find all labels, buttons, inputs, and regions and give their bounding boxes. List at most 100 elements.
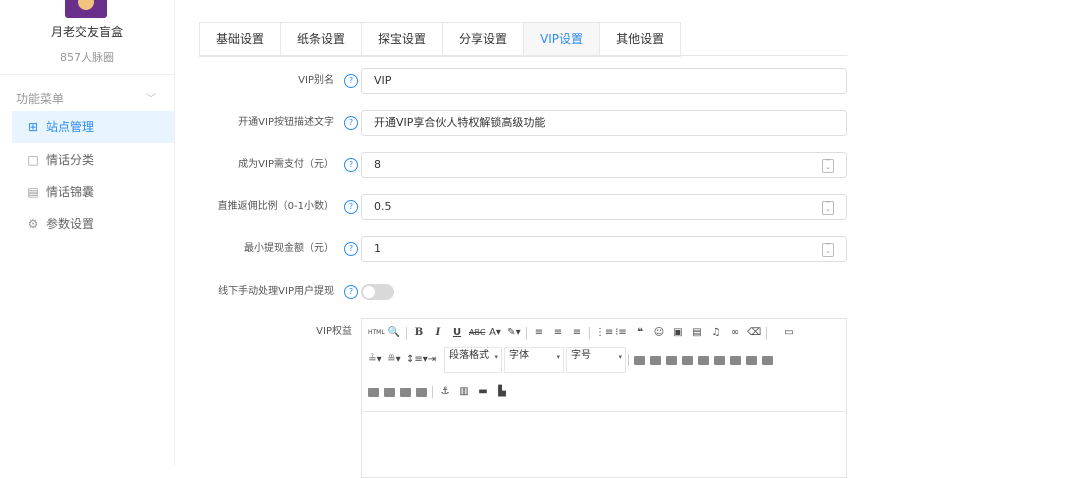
field-label: 直推返佣比例（0-1小数） — [217, 201, 334, 212]
anchor-icon[interactable]: ⚓ — [438, 386, 452, 398]
paragraph-format-select[interactable]: 段落格式 ▾ — [444, 347, 502, 373]
chevron-down-icon: ▾ — [556, 353, 560, 361]
link-icon[interactable]: ∞ — [728, 327, 742, 339]
settings-tabs: 基础设置 纸条设置 探宝设置 分享设置 VIP设置 其他设置 — [199, 22, 682, 57]
tab-note[interactable]: 纸条设置 — [280, 22, 362, 57]
help-icon[interactable]: ? — [344, 285, 358, 299]
unordered-list-icon[interactable]: ⁝≡ — [614, 327, 628, 339]
vip-rights-editor[interactable]: HTML 🔍 B I U ABC A▾ ✎▾ ≡ ≡ ≡ ⋮≡ ⁝≡ ❝ ☺ ▣… — [361, 318, 847, 478]
stepper-icon[interactable]: ⌃ ⌄ — [822, 159, 834, 173]
align-left-icon[interactable]: ≡ — [532, 327, 546, 339]
sidebar-item-parameter-settings[interactable]: ⚙ 参数设置 — [12, 208, 174, 240]
delete-row-icon[interactable] — [682, 356, 693, 365]
row-spacing-top-icon[interactable]: ≟▾ — [368, 354, 382, 366]
sidebar-item-love-tips[interactable]: ▤ 情话锦囊 — [12, 176, 174, 208]
toolbar-row-3: ⚓ ▥ ▬ ▙ — [368, 383, 514, 401]
rebate-ratio-input[interactable]: 0.5 ⌃ ⌄ — [361, 194, 847, 220]
shop-subtitle: 857人脉圈 — [60, 51, 114, 64]
sidebar-item-love-category[interactable]: □ 情话分类 — [12, 144, 174, 176]
save-icon[interactable]: ▤ — [690, 327, 704, 339]
tab-vip[interactable]: VIP设置 — [523, 22, 600, 57]
page-break-icon[interactable]: ▥ — [457, 386, 471, 398]
shop-name: 月老交友盲盒 — [50, 25, 123, 39]
paste-icon[interactable]: ▙ — [495, 386, 509, 398]
grid-icon[interactable] — [384, 388, 395, 397]
field-label: 成为VIP需支付（元） — [238, 159, 334, 170]
sidebar: 月老交友盲盒 857人脉圈 功能菜单 ﹀ ⊞ 站点管理 □ 情话分类 ▤ 情话锦囊 ⚙… — [0, 0, 175, 467]
field-label: VIP别名 — [298, 75, 334, 86]
html-source-icon[interactable]: HTML — [368, 327, 385, 339]
help-icon[interactable]: ? — [344, 200, 358, 214]
bold-icon[interactable]: B — [412, 327, 426, 339]
calendar-icon[interactable] — [416, 388, 427, 397]
table-icon[interactable] — [634, 356, 645, 365]
font-family-value: 字体 — [509, 350, 529, 361]
tab-treasure[interactable]: 探宝设置 — [361, 22, 443, 57]
merge-cells-icon[interactable] — [714, 356, 725, 365]
chevron-down-icon: ﹀ — [146, 94, 156, 105]
split-cells-icon[interactable] — [730, 356, 741, 365]
insert-row-icon[interactable] — [650, 356, 661, 365]
vip-price-input[interactable]: 8 ⌃ ⌄ — [361, 152, 847, 178]
vip-price-value: 8 — [374, 158, 381, 171]
help-icon[interactable]: ? — [344, 242, 358, 256]
print-icon[interactable]: ▬ — [476, 386, 490, 398]
sidebar-item-label: 参数设置 — [46, 217, 95, 231]
form-row-vip-price: 成为VIP需支付（元）? — [180, 152, 358, 178]
underline-icon[interactable]: U — [450, 327, 464, 339]
italic-icon[interactable]: I — [431, 327, 445, 339]
indent-icon[interactable]: ⇥ — [425, 354, 439, 366]
menu-title: 功能菜单 — [16, 92, 65, 106]
toggle-knob — [363, 286, 375, 298]
strikethrough-icon[interactable]: ABC — [469, 327, 485, 339]
tab-share[interactable]: 分享设置 — [442, 22, 524, 57]
form-row-vip-rights: VIP权益 — [180, 319, 356, 345]
highlight-icon[interactable]: ✎▾ — [507, 327, 521, 339]
align-center-icon[interactable]: ≡ — [551, 327, 565, 339]
emoji-icon[interactable]: ☺ — [652, 327, 666, 339]
delete-col-icon[interactable] — [698, 356, 709, 365]
font-size-select[interactable]: 字号 ▾ — [566, 347, 626, 373]
help-icon[interactable]: ? — [344, 74, 358, 88]
eraser-icon[interactable]: ⌫ — [747, 327, 761, 339]
help-icon[interactable]: ? — [344, 116, 358, 130]
insert-col-icon[interactable] — [666, 356, 677, 365]
tab-basic[interactable]: 基础设置 — [199, 22, 281, 57]
ordered-list-icon[interactable]: ⋮≡ — [595, 327, 613, 339]
sidebar-item-site-management[interactable]: ⊞ 站点管理 — [12, 111, 174, 143]
sidebar-item-label: 情话分类 — [46, 153, 95, 167]
tab-other[interactable]: 其他设置 — [599, 22, 682, 57]
line-height-icon[interactable]: ↕≡▾ — [406, 354, 428, 366]
help-icon[interactable]: ? — [344, 158, 358, 172]
row-spacing-bottom-icon[interactable]: ≞▾ — [387, 354, 401, 366]
table-props-icon[interactable] — [746, 356, 757, 365]
chevron-down-icon: ▾ — [618, 353, 622, 361]
preview-icon[interactable]: 🔍 — [387, 327, 401, 339]
sidebar-item-label: 情话锦囊 — [46, 185, 95, 199]
align-right-icon[interactable]: ≡ — [570, 327, 584, 339]
font-color-icon[interactable]: A▾ — [488, 327, 502, 339]
form-row-min-withdraw: 最小提现金额（元）? — [180, 236, 358, 262]
vip-button-desc-input[interactable]: 开通VIP享合伙人特权解锁高级功能 — [361, 110, 847, 136]
stepper-icon[interactable]: ⌃ ⌄ — [822, 201, 834, 215]
font-family-select[interactable]: 字体 ▾ — [504, 347, 564, 373]
template-icon[interactable] — [368, 388, 379, 397]
form-row-vip-alias: VIP别名? — [180, 68, 358, 94]
form-row-manual-withdraw: 线下手动处理VIP用户提现? — [180, 279, 358, 305]
stepper-icon[interactable]: ⌃ ⌄ — [822, 243, 834, 257]
field-label: VIP权益 — [316, 326, 352, 337]
image-icon[interactable]: ▣ — [671, 327, 685, 339]
form-row-vip-button-desc: 开通VIP按钮描述文字? — [180, 110, 358, 136]
chart-icon[interactable] — [400, 388, 411, 397]
shop-avatar — [65, 0, 107, 18]
quote-icon[interactable]: ❝ — [633, 327, 647, 339]
vip-alias-input[interactable]: VIP — [361, 68, 847, 94]
toolbar-row-2: ≟▾ ≞▾ ↕≡▾ ⇥ 段落格式 ▾ 字体 ▾ 字号 ▾ — [368, 347, 778, 373]
manual-withdraw-toggle[interactable] — [361, 284, 394, 300]
min-withdraw-input[interactable]: 1 ⌃ ⌄ — [361, 236, 847, 262]
music-icon[interactable]: ♫ — [709, 327, 723, 339]
fullscreen-icon[interactable]: ▭ — [782, 327, 796, 339]
cell-props-icon[interactable] — [762, 356, 773, 365]
chevron-down-icon: ▾ — [494, 353, 498, 361]
menu-header[interactable]: 功能菜单 ﹀ — [16, 90, 158, 107]
